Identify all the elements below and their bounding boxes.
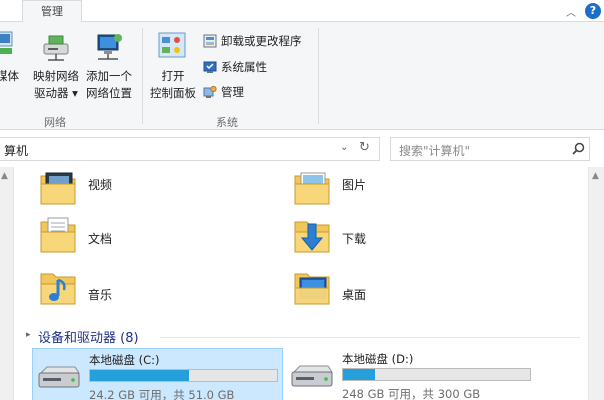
desktop-folder-icon (294, 273, 330, 305)
control-panel-label-1: 打开 (161, 69, 185, 83)
hard-drive-icon (291, 365, 333, 387)
folder-item[interactable]: 视频 (38, 168, 238, 220)
downloads-folder-icon (294, 221, 330, 253)
folder-item[interactable]: 下载 (292, 214, 492, 266)
folder-label: 视频 (88, 178, 113, 192)
music-folder-icon (40, 273, 76, 305)
add-location-label-1: 添加一个 (86, 69, 132, 83)
add-location-label-2: 网络位置 (86, 86, 132, 100)
map-network-drive-icon (43, 35, 69, 61)
hard-drive-icon (38, 366, 80, 388)
search-input[interactable]: 搜索"计算机" (399, 142, 470, 159)
manage-button[interactable]: 管理 (203, 82, 244, 102)
add-network-location-button[interactable]: 添加一个 网络位置 (82, 68, 136, 102)
nav-scroll-up-icon[interactable]: ▲ (1, 171, 8, 181)
drive-space: 24.2 GB 可用，共 51.0 GB (89, 388, 235, 400)
manage-label: 管理 (221, 85, 244, 99)
folder-label: 文档 (88, 232, 113, 246)
control-panel-label-2: 控制面板 (150, 86, 196, 100)
drive-usage-fill (90, 370, 190, 381)
scroll-up-icon[interactable]: ▲ (592, 171, 599, 181)
drive-usage-bar (89, 369, 278, 382)
folder-item[interactable]: 桌面 (292, 266, 492, 318)
uninstall-icon (203, 34, 217, 48)
address-bar[interactable]: 算机 ⌄ ↻ (0, 137, 380, 161)
ribbon: 媒体 ▾ 映射网络 驱动器 ▾ 添加一个 网络位置 网络 打开 控制面板 (0, 22, 604, 130)
section-collapse-icon[interactable]: ▸ (26, 330, 31, 340)
folder-label: 下载 (342, 232, 367, 246)
media-button-label: 媒体 (0, 69, 19, 83)
media-button[interactable]: 媒体 ▾ (0, 68, 26, 103)
computer-management-icon (203, 85, 217, 98)
folder-item[interactable]: 音乐 (38, 266, 238, 318)
video-folder-icon (40, 172, 76, 205)
map-drive-label-1: 映射网络 (33, 69, 79, 83)
system-properties-button[interactable]: 系统属性 (203, 57, 267, 77)
search-icon[interactable] (572, 142, 585, 155)
ribbon-tab-strip: 管理 ︿ ? (0, 0, 604, 23)
ribbon-minimize-icon[interactable]: ︿ (566, 4, 576, 19)
folder-item[interactable]: 图片 (292, 168, 492, 220)
folder-label: 音乐 (88, 288, 113, 302)
uninstall-label: 卸载或更改程序 (221, 34, 302, 48)
folder-item[interactable]: 文档 (38, 214, 238, 266)
search-box[interactable]: 搜索"计算机" (390, 137, 590, 161)
address-history-dropdown-icon[interactable]: ⌄ (340, 142, 348, 153)
drive-space: 248 GB 可用，共 300 GB (342, 387, 481, 400)
open-control-panel-button[interactable]: 打开 控制面板 (146, 68, 200, 102)
devices-section-heading[interactable]: 设备和驱动器 (8) (38, 327, 139, 346)
control-panel-icon (158, 32, 186, 58)
map-network-drive-button[interactable]: 映射网络 驱动器 ▾ (28, 68, 84, 102)
drive-name: 本地磁盘 (D:) (342, 352, 414, 366)
drive-name: 本地磁盘 (C:) (89, 353, 160, 367)
system-properties-icon (203, 61, 217, 73)
pictures-folder-icon (294, 172, 330, 205)
folder-label: 图片 (342, 178, 367, 192)
ribbon-group-separator (318, 28, 319, 124)
map-drive-label-2: 驱动器 ▾ (34, 86, 78, 100)
ribbon-group-separator (142, 28, 143, 124)
tab-manage[interactable]: 管理 (22, 0, 82, 23)
folder-label: 桌面 (342, 288, 367, 302)
navigation-pane[interactable]: ▲ (0, 167, 14, 400)
drive-c[interactable]: 本地磁盘 (C:) 24.2 GB 可用，共 51.0 GB (32, 348, 283, 400)
section-divider (160, 337, 580, 338)
uninstall-program-button[interactable]: 卸载或更改程序 (203, 31, 302, 51)
vertical-scrollbar[interactable]: ▲ (588, 167, 604, 400)
media-server-icon (0, 31, 13, 54)
help-icon[interactable]: ? (585, 3, 601, 19)
address-row: 算机 ⌄ ↻ 搜索"计算机" (0, 131, 604, 167)
drive-d[interactable]: 本地磁盘 (D:) 248 GB 可用，共 300 GB (286, 348, 537, 400)
documents-folder-icon (40, 217, 76, 253)
add-network-location-icon (97, 34, 122, 60)
drive-usage-fill (343, 369, 375, 380)
network-group-label: 网络 (44, 116, 66, 129)
refresh-icon[interactable]: ↻ (359, 140, 370, 155)
address-path[interactable]: 算机 (4, 142, 28, 159)
drive-usage-bar (342, 368, 531, 381)
system-group-label: 系统 (216, 116, 238, 129)
system-properties-label: 系统属性 (221, 60, 267, 74)
